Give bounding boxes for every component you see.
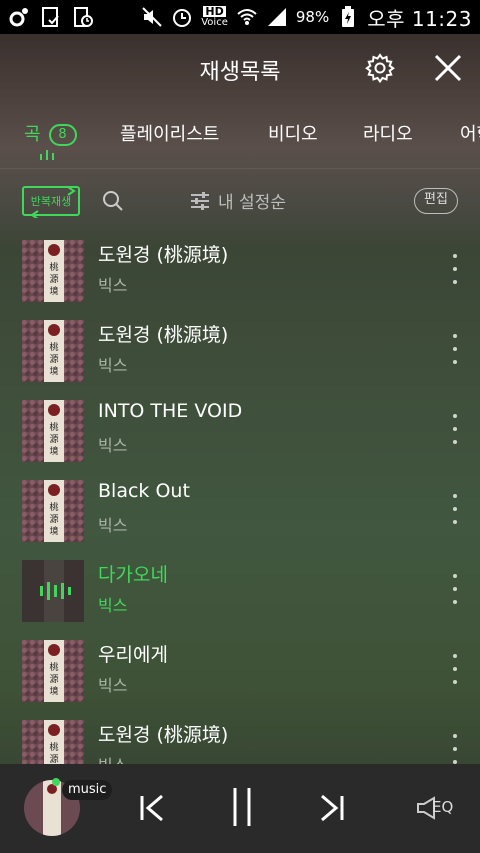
settings-gear-icon[interactable] xyxy=(364,52,396,84)
list-item[interactable]: 桃源境 우리에게 빅스 xyxy=(0,632,480,712)
hd-label: HD xyxy=(203,5,226,18)
tab-songs[interactable]: 곡8 xyxy=(24,120,77,146)
album-art: 桃源境 xyxy=(22,400,84,462)
album-art: 桃源境 xyxy=(22,240,84,302)
alarm-notification-icon xyxy=(72,6,94,28)
source-label: music xyxy=(62,780,113,800)
song-title: 우리에게 xyxy=(98,644,168,666)
previous-track-icon[interactable] xyxy=(136,792,168,824)
source-indicator-dot xyxy=(52,778,60,786)
song-artist: 빅스 xyxy=(98,356,128,375)
song-count-badge: 8 xyxy=(48,124,77,146)
more-options-icon[interactable] xyxy=(448,494,462,524)
list-item[interactable]: 桃源境 도원경 (桃源境) 빅스 xyxy=(0,312,480,392)
more-options-icon[interactable] xyxy=(448,334,462,364)
song-title: Black Out xyxy=(98,480,190,502)
sort-button[interactable]: 내 설정순 xyxy=(190,188,286,213)
tab-label: 곡 xyxy=(24,124,41,145)
more-options-icon[interactable] xyxy=(448,654,462,684)
mini-player: music EQ xyxy=(0,764,480,853)
more-options-icon[interactable] xyxy=(448,254,462,284)
melon-notification-icon xyxy=(8,6,30,28)
sort-sliders-icon xyxy=(191,191,209,210)
song-title: 다가오네 xyxy=(98,564,168,586)
voice-label: Voice xyxy=(201,17,228,28)
next-track-icon[interactable] xyxy=(316,792,348,824)
song-artist: 빅스 xyxy=(98,676,128,695)
tab-radio[interactable]: 라디오 xyxy=(363,120,413,146)
search-icon[interactable] xyxy=(102,190,124,212)
tab-bar: 곡8 플레이리스트 비디오 라디오 어학 xyxy=(0,114,480,170)
song-artist: 빅스 xyxy=(98,276,128,295)
more-options-icon[interactable] xyxy=(448,574,462,604)
toolbar: 반복재생 내 설정순 편집 xyxy=(0,182,480,222)
list-item[interactable]: 桃源境 도원경 (桃源境) 빅스 xyxy=(0,712,480,764)
close-icon[interactable] xyxy=(432,52,464,84)
tab-language[interactable]: 어학 xyxy=(460,120,480,146)
tab-playlists[interactable]: 플레이리스트 xyxy=(120,120,219,146)
header: 재생목록 xyxy=(0,34,480,104)
wifi-icon xyxy=(236,6,258,28)
album-art: 桃源境 xyxy=(22,320,84,382)
list-item[interactable]: 桃源境 INTO THE VOID 빅스 xyxy=(0,392,480,472)
song-title: 도원경 (桃源境) xyxy=(98,324,229,346)
album-art xyxy=(22,560,84,622)
list-item[interactable]: 桃源境 Black Out 빅스 xyxy=(0,472,480,552)
repeat-button[interactable]: 반복재생 xyxy=(22,186,80,218)
playlist-screen: 재생목록 곡8 플레이리스트 비디오 라디오 어학 xyxy=(0,34,480,853)
battery-percent: 98% xyxy=(295,8,330,26)
mute-icon xyxy=(141,6,163,28)
signal-icon xyxy=(266,6,288,28)
battery-charging-icon xyxy=(337,6,359,28)
now-playing-equalizer-icon xyxy=(40,582,71,600)
song-artist: 빅스 xyxy=(98,596,128,615)
download-notification-icon xyxy=(40,6,62,28)
playing-indicator-icon xyxy=(40,150,54,160)
more-options-icon[interactable] xyxy=(448,734,462,764)
song-title: 도원경 (桃源境) xyxy=(98,244,229,266)
status-bar: HD Voice 98% 오후 11:23 xyxy=(0,0,480,34)
sort-label: 내 설정순 xyxy=(218,193,286,213)
pause-icon[interactable] xyxy=(230,786,254,828)
song-artist: 빅스 xyxy=(98,752,127,764)
album-art: 桃源境 xyxy=(22,640,84,702)
list-item-now-playing[interactable]: 다가오네 빅스 xyxy=(0,552,480,632)
song-artist: 빅스 xyxy=(98,516,128,535)
tab-videos[interactable]: 비디오 xyxy=(268,120,318,146)
album-art: 桃源境 xyxy=(22,720,84,764)
list-item[interactable]: 桃源境 도원경 (桃源境) 빅스 xyxy=(0,232,480,312)
alarm-clock-icon xyxy=(171,6,193,28)
song-artist: 빅스 xyxy=(98,436,128,455)
song-list[interactable]: 桃源境 도원경 (桃源境) 빅스 桃源境 도원경 (桃源境) 빅스 桃源境 IN… xyxy=(0,232,480,764)
song-title: INTO THE VOID xyxy=(98,400,243,422)
page-title: 재생목록 xyxy=(199,60,281,85)
album-art: 桃源境 xyxy=(22,480,84,542)
equalizer-button[interactable]: EQ xyxy=(416,794,460,822)
more-options-icon[interactable] xyxy=(448,414,462,444)
eq-label: EQ xyxy=(432,798,454,816)
hd-voice-indicator: HD Voice xyxy=(201,6,228,28)
edit-button[interactable]: 편집 xyxy=(414,188,458,214)
clock: 오후 11:23 xyxy=(367,6,472,31)
song-title: 도원경 (桃源境) xyxy=(98,724,229,746)
tab-divider xyxy=(0,168,480,169)
